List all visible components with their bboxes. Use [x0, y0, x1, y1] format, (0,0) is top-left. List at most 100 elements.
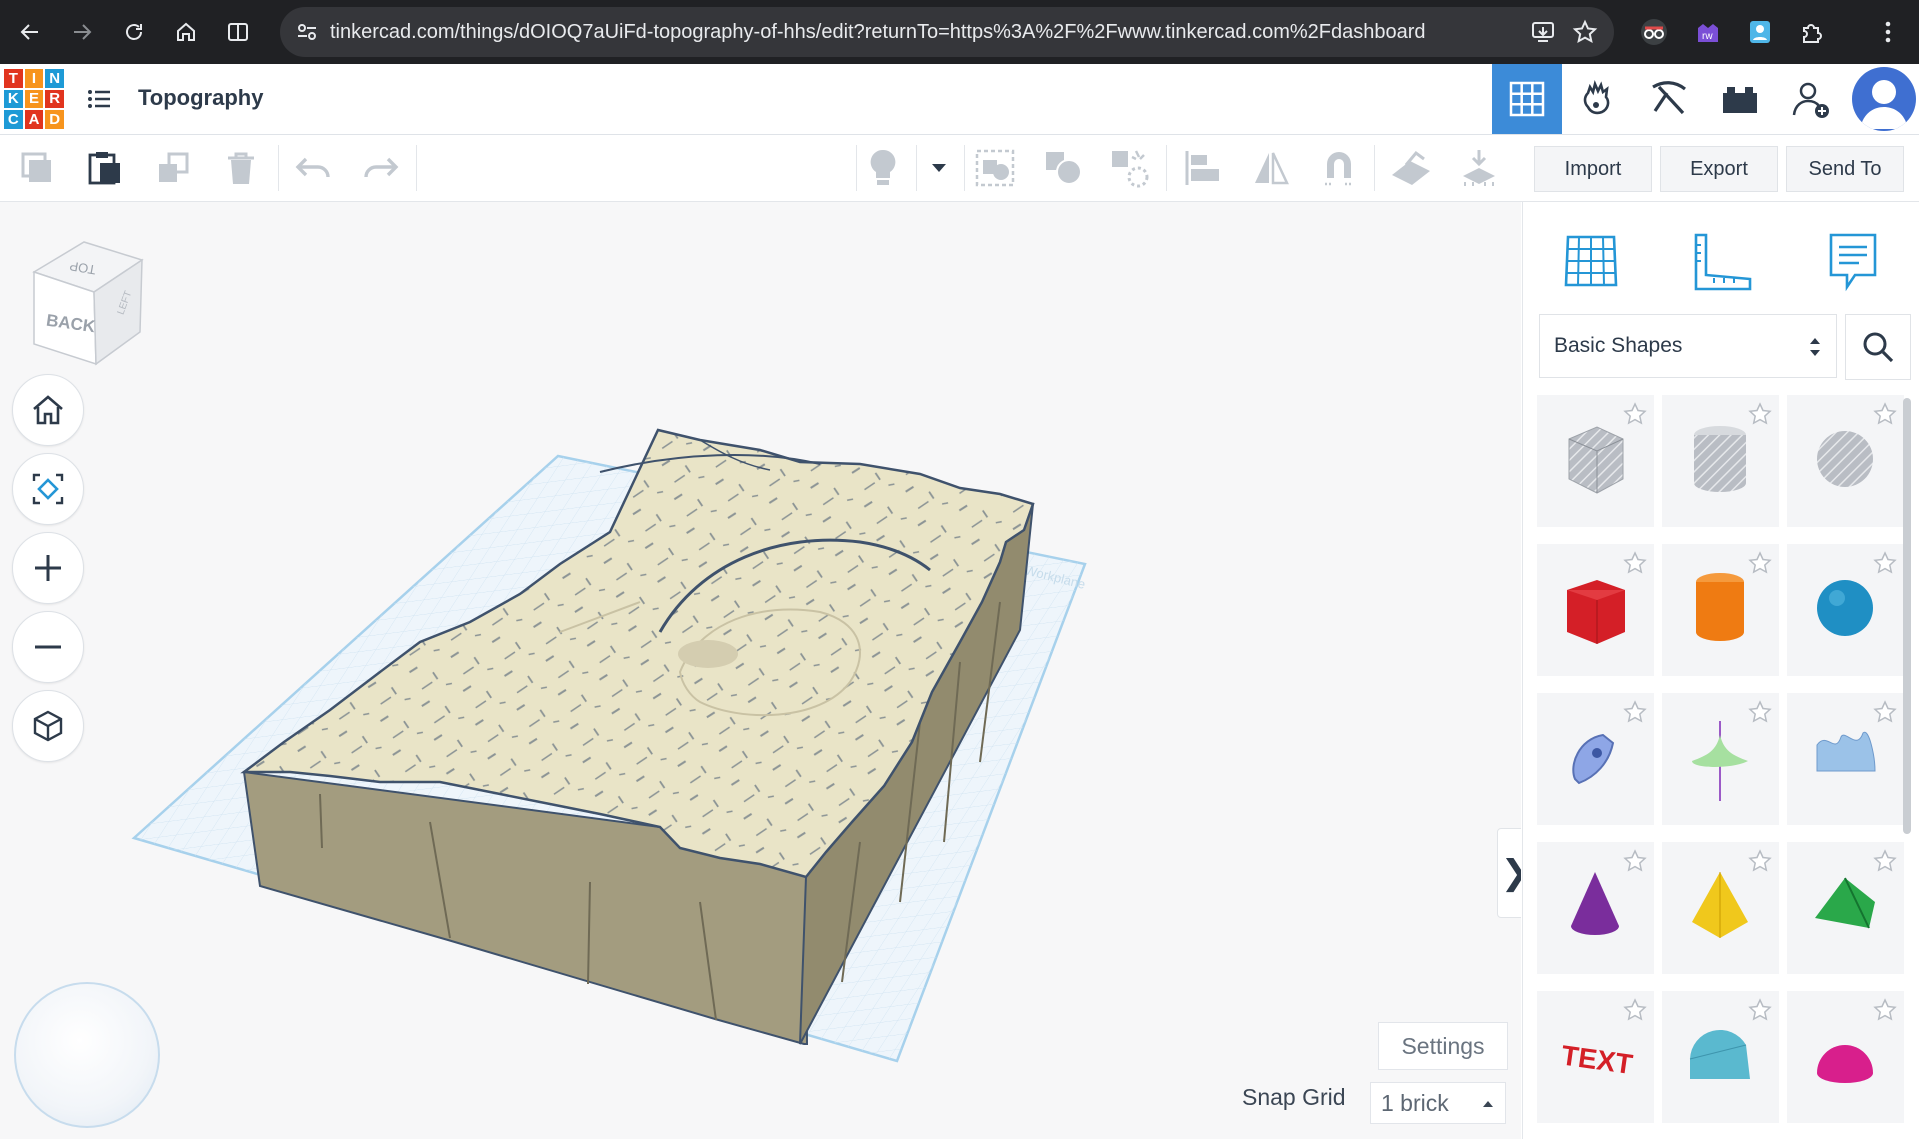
logo-letter: E [24, 89, 44, 109]
export-button[interactable]: Export [1660, 146, 1778, 192]
collapse-panel-button[interactable]: ❯ [1497, 828, 1521, 918]
blocks-codeblocks-button[interactable] [1563, 64, 1633, 134]
panel-scrollbar[interactable] [1903, 398, 1911, 834]
pickaxe-sim-button[interactable] [1634, 64, 1704, 134]
shape-tile[interactable] [1662, 842, 1779, 974]
shape-tile[interactable] [1787, 991, 1904, 1123]
user-avatar[interactable] [1852, 67, 1916, 131]
shape-preview-icon [1571, 872, 1619, 935]
shape-tile[interactable] [1662, 395, 1779, 527]
send-to-button[interactable]: Send To [1786, 146, 1904, 192]
address-bar[interactable]: tinkercad.com/things/dOIOQ7aUiFd-topogra… [280, 7, 1614, 57]
cruise-magnet-icon[interactable] [1316, 145, 1362, 191]
logo-letter: R [45, 89, 64, 109]
shape-search-button[interactable] [1845, 314, 1911, 380]
drop-to-workplane-icon[interactable] [1456, 145, 1502, 191]
3d-workspace[interactable]: Workplane TOP BACK LEFT Settings Snap Gr… [0, 202, 1521, 1139]
shape-tile[interactable] [1537, 693, 1654, 825]
shape-preview-icon [1692, 721, 1748, 801]
cube-icon [33, 710, 63, 742]
notes-icon[interactable] [1813, 222, 1893, 302]
settings-button[interactable]: Settings [1378, 1022, 1508, 1070]
workplane-tool-icon[interactable] [1388, 145, 1434, 191]
bookmark-star-icon[interactable] [1572, 19, 1598, 50]
invite-user-button[interactable] [1776, 64, 1846, 134]
svg-text:rw: rw [1702, 31, 1713, 42]
import-button[interactable]: Import [1534, 146, 1652, 192]
url-text[interactable]: tinkercad.com/things/dOIOQ7aUiFd-topogra… [330, 7, 1426, 57]
mirror-icon[interactable] [1248, 145, 1294, 191]
tinkercad-logo[interactable]: TIN KER CAD [4, 69, 64, 129]
bookmark-extension-icon[interactable] [1742, 14, 1778, 50]
fit-view-button[interactable] [12, 453, 84, 525]
shape-tile[interactable] [1537, 544, 1654, 676]
undo-icon[interactable] [290, 145, 336, 191]
shape-preview-icon [1696, 573, 1744, 641]
home-view-button[interactable] [12, 374, 84, 446]
site-info-icon[interactable] [294, 19, 320, 50]
design-title[interactable]: Topography [138, 64, 263, 132]
shape-preview-icon [1568, 426, 1624, 494]
extensions-puzzle-icon[interactable] [1794, 14, 1830, 50]
snap-grid-label: Snap Grid [1242, 1084, 1346, 1110]
back-icon[interactable] [12, 14, 48, 50]
ungroup-icon[interactable] [1040, 145, 1086, 191]
shape-tile[interactable] [1787, 395, 1904, 527]
3d-design-view-button[interactable] [1492, 64, 1562, 134]
shape-category-select[interactable]: Basic Shapes [1539, 314, 1837, 378]
ruler-icon[interactable] [1683, 222, 1763, 302]
forward-icon[interactable] [64, 14, 100, 50]
search-icon [1863, 332, 1894, 363]
shape-preview-icon [1817, 1045, 1873, 1083]
shape-tile[interactable] [1662, 991, 1779, 1123]
incognito-extension-icon[interactable] [1636, 14, 1672, 50]
shape-tile[interactable] [1787, 544, 1904, 676]
shape-preview-icon [1567, 580, 1625, 644]
light-dropdown-icon[interactable] [916, 145, 962, 191]
align-icon[interactable] [1180, 145, 1226, 191]
zoom-out-button[interactable] [12, 611, 84, 683]
home-icon[interactable] [168, 14, 204, 50]
shape-tile[interactable] [1537, 842, 1654, 974]
shape-tile[interactable] [1787, 693, 1904, 825]
snap-grid-select[interactable]: 1 brick [1370, 1082, 1506, 1124]
shape-tile[interactable]: TEXT [1537, 991, 1654, 1123]
orbit-nav-ball[interactable] [14, 982, 160, 1128]
design-menu-icon[interactable] [86, 86, 112, 117]
shape-preview-icon [1815, 877, 1875, 929]
text-shape-label: TEXT [1559, 1039, 1634, 1080]
brick-view-button[interactable] [1705, 64, 1775, 134]
reload-icon[interactable] [116, 14, 152, 50]
copy-icon[interactable] [14, 145, 60, 191]
view-cube[interactable]: TOP BACK LEFT [24, 232, 144, 377]
workplane-scene[interactable]: Workplane [0, 202, 1521, 1139]
duplicate-icon[interactable] [150, 145, 196, 191]
shape-preview-icon [1817, 580, 1873, 636]
split-view-icon[interactable] [220, 14, 256, 50]
shape-tile[interactable] [1662, 544, 1779, 676]
shape-tile[interactable] [1787, 842, 1904, 974]
shape-preview-icon [1572, 733, 1615, 785]
hole-solid-icon[interactable] [1108, 145, 1154, 191]
plus-icon [35, 555, 61, 581]
install-app-icon[interactable] [1530, 19, 1556, 50]
shape-preview-icon [1816, 731, 1876, 772]
browser-menu-icon[interactable] [1870, 14, 1906, 50]
group-icon[interactable] [972, 145, 1018, 191]
perspective-toggle-button[interactable] [12, 690, 84, 762]
delete-icon[interactable] [218, 145, 264, 191]
logo-letter: N [45, 69, 64, 88]
home-view-icon [33, 395, 63, 425]
redo-icon[interactable] [358, 145, 404, 191]
readwise-extension-icon[interactable]: rw [1690, 14, 1726, 50]
edit-toolbar: Import Export Send To [0, 135, 1919, 202]
logo-letter: C [4, 110, 23, 129]
shape-tile[interactable] [1662, 693, 1779, 825]
shapes-panel: Basic Shapes TEXT [1522, 202, 1919, 1139]
zoom-in-button[interactable] [12, 532, 84, 604]
paste-icon[interactable] [82, 145, 128, 191]
workplane-grid-tool-icon[interactable] [1551, 222, 1631, 302]
shape-tile[interactable] [1537, 395, 1654, 527]
browser-chrome: tinkercad.com/things/dOIOQ7aUiFd-topogra… [0, 0, 1919, 64]
light-bulb-icon[interactable] [860, 145, 906, 191]
